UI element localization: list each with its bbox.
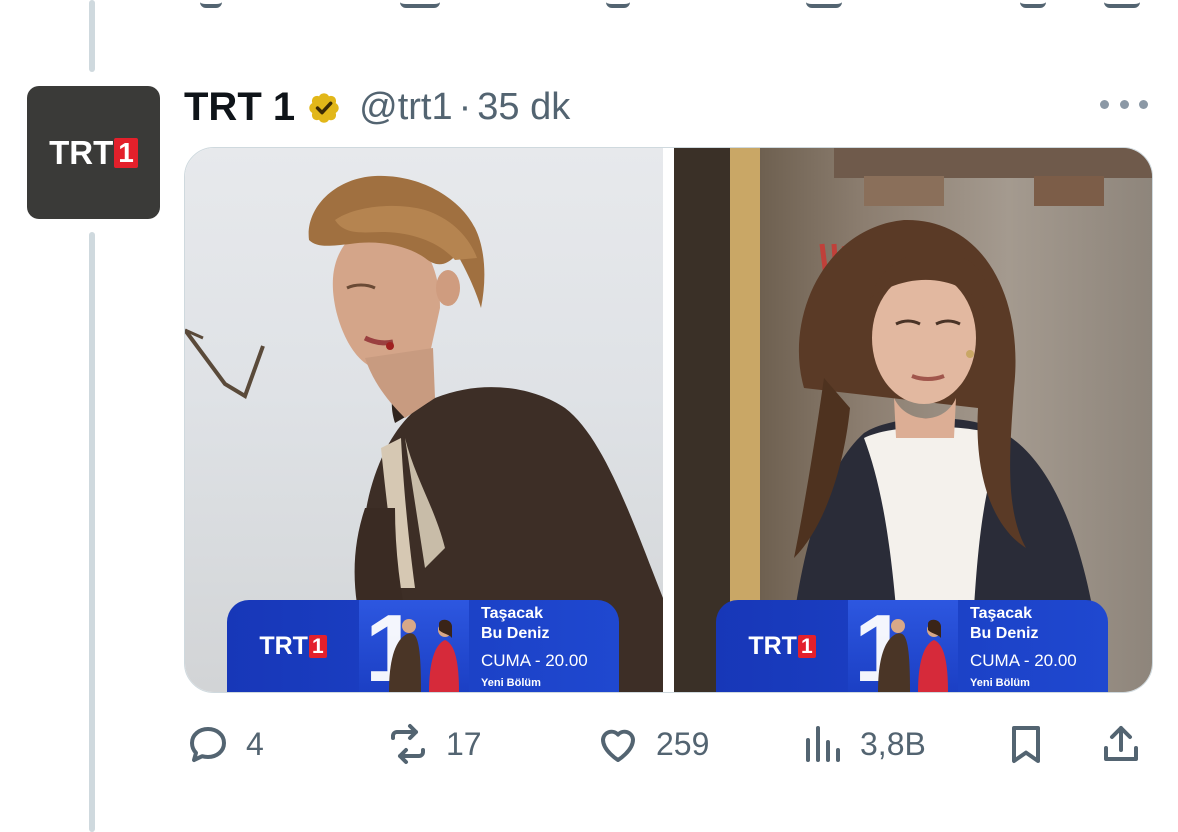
separator-dot: · — [458, 85, 472, 128]
view-count: 3,8B — [860, 725, 926, 762]
share-button[interactable] — [1097, 716, 1145, 772]
views-button[interactable]: 3,8B — [798, 716, 926, 772]
author-handle[interactable]: @trt1 — [359, 86, 452, 129]
like-icon[interactable] — [606, 0, 630, 8]
views-icon[interactable] — [806, 0, 842, 8]
media-image-2[interactable]: TRT 1 1 Taşacak Bu Deniz CUMA - 20.00 Ye — [674, 148, 1152, 692]
bookmark-icon — [1012, 726, 1040, 763]
like-count: 259 — [656, 725, 710, 762]
show-schedule: CUMA - 20.00 — [970, 651, 1077, 670]
reply-button[interactable]: 4 — [184, 716, 264, 772]
thread-connector-bottom — [89, 232, 95, 832]
show-title-line2: Bu Deniz — [970, 625, 1039, 642]
poster-characters — [389, 619, 459, 692]
timestamp[interactable]: 35 dk — [477, 86, 570, 129]
trt1-logo: TRT 1 — [227, 600, 359, 692]
promo-text: Taşacak Bu Deniz CUMA - 20.00 Yeni Bölüm — [469, 600, 619, 692]
media-image-1[interactable]: TRT 1 1 Taşacak Bu Deniz CUMA - 20.00 Ye — [185, 148, 663, 692]
trt1-logo: TRT 1 — [716, 600, 848, 692]
author-name[interactable]: TRT 1 — [184, 85, 295, 130]
share-icon — [1104, 726, 1138, 761]
reply-count: 4 — [246, 725, 264, 762]
bookmark-icon[interactable] — [1020, 0, 1046, 8]
promo-banner: TRT 1 1 Taşacak Bu Deniz CUMA - 20.00 Ye — [227, 600, 619, 692]
previous-tweet-actions — [0, 0, 1178, 8]
retweet-button[interactable]: 17 — [384, 716, 482, 772]
retweet-icon[interactable] — [400, 0, 440, 8]
tweet-header: TRT 1 @trt1 · 35 dk — [184, 82, 570, 132]
thread-connector-top — [89, 0, 95, 72]
poster-thumbnail: 1 — [848, 600, 958, 692]
share-icon[interactable] — [1104, 0, 1140, 8]
heart-icon — [601, 729, 635, 762]
poster-thumbnail: 1 — [359, 600, 469, 692]
tweet-actions: 4 17 259 3,8B — [184, 716, 1151, 772]
promo-banner: TRT 1 1 Taşacak Bu Deniz CUMA - 20.00 Ye — [716, 600, 1108, 692]
show-title-line2: Bu Deniz — [481, 625, 550, 642]
tweet-media: TRT 1 1 Taşacak Bu Deniz CUMA - 20.00 Ye — [184, 147, 1153, 693]
reply-icon — [190, 727, 226, 762]
avatar[interactable]: TRT 1 — [27, 86, 160, 219]
retweet-count: 17 — [446, 725, 482, 762]
show-schedule: CUMA - 20.00 — [481, 651, 588, 670]
reply-icon[interactable] — [200, 0, 222, 8]
new-episode-label: Yeni Bölüm — [970, 677, 1030, 689]
retweet-icon — [391, 724, 425, 764]
like-button[interactable]: 259 — [594, 716, 709, 772]
trt1-logo: TRT 1 — [49, 134, 138, 172]
show-title-line1: Taşacak — [481, 605, 543, 622]
bookmark-button[interactable] — [1002, 716, 1050, 772]
new-episode-label: Yeni Bölüm — [481, 677, 541, 689]
more-options-icon[interactable] — [1100, 92, 1148, 116]
verified-badge-icon[interactable] — [303, 86, 345, 128]
promo-text: Taşacak Bu Deniz CUMA - 20.00 Yeni Bölüm — [958, 600, 1108, 692]
poster-characters — [878, 619, 948, 692]
show-title-line1: Taşacak — [970, 605, 1032, 622]
bar-chart-icon — [806, 726, 840, 762]
